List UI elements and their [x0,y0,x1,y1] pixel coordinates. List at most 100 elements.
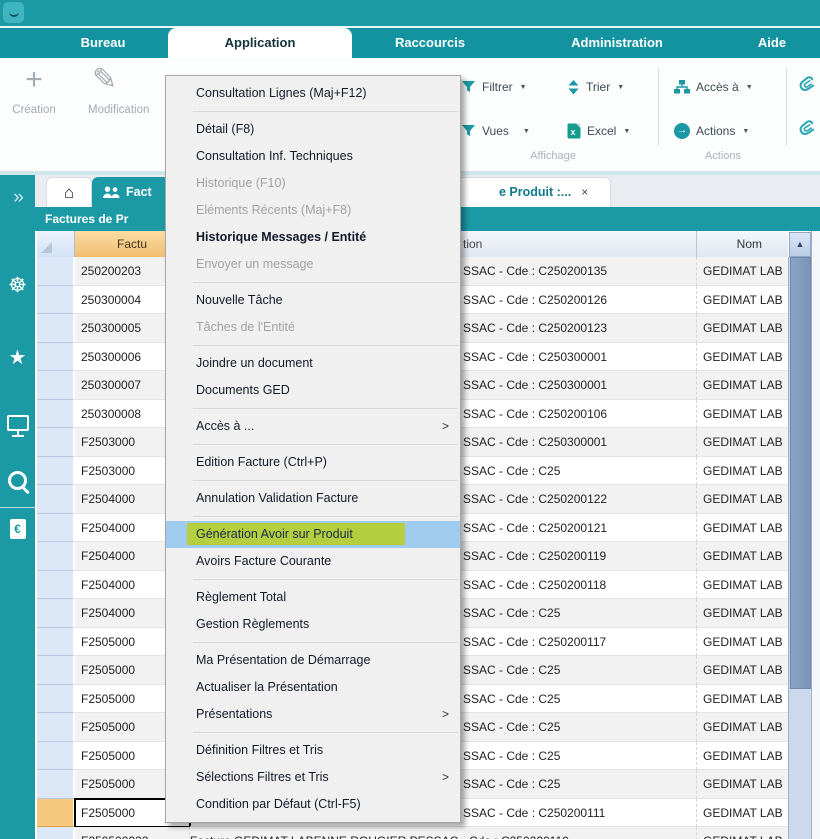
nom-cell[interactable]: GEDIMAT LAB [697,713,788,742]
star-icon[interactable]: ★ [0,345,35,370]
paperclip-icon[interactable] [796,116,818,141]
menu-item[interactable]: Actualiser la Présentation [166,674,460,701]
row-selector-cell[interactable] [37,542,75,571]
nom-cell[interactable]: GEDIMAT LAB [697,571,788,600]
modification-button[interactable]: ✎ Modification [80,64,166,116]
nom-cell[interactable]: GEDIMAT LAB [697,286,788,315]
menu-item[interactable]: Définition Filtres et Tris [166,737,460,764]
nom-cell[interactable]: GEDIMAT LAB [697,457,788,486]
nom-cell[interactable]: GEDIMAT LAB [697,400,788,429]
menu-item[interactable]: Nouvelle Tâche [166,287,460,314]
row-selector-cell[interactable] [37,571,75,600]
chevron-down-icon: ▼ [523,128,530,135]
menu-item[interactable]: Consultation Lignes (Maj+F12) [166,80,460,107]
row-selector-cell[interactable] [37,400,75,429]
menu-item[interactable]: Documents GED [166,377,460,404]
vues-button[interactable]: Vues▼ [462,120,530,142]
ribbon-tab-raccourcis[interactable]: Raccourcis [395,28,465,58]
row-selector-cell[interactable] [37,742,75,771]
row-selector-cell[interactable] [37,257,75,286]
designation-cell[interactable]: Facture GEDIMAT LABENNE ROUGIER PESSAC -… [190,827,697,839]
group-label-affichage: Affichage [530,150,576,162]
acces-a-button[interactable]: Accès à▼ [674,76,753,98]
menu-item[interactable]: Condition par Défaut (Ctrl-F5) [166,791,460,818]
settings-wheel-icon[interactable]: ☸ [0,273,35,298]
row-selector-cell[interactable] [37,685,75,714]
row-selector-cell[interactable] [37,827,75,839]
row-selector-cell[interactable] [37,599,75,628]
nom-cell[interactable]: GEDIMAT LAB [697,343,788,372]
nom-cell[interactable]: GEDIMAT LAB [697,656,788,685]
filtrer-button[interactable]: Filtrer▼ [462,76,527,98]
row-selector-cell[interactable] [37,314,75,343]
menu-item[interactable]: Génération Avoir sur Produit [166,521,460,548]
menu-item[interactable]: Annulation Validation Facture [166,485,460,512]
expand-sidebar-icon[interactable]: » [0,187,35,209]
menu-item[interactable]: Historique Messages / Entité [166,224,460,251]
nom-cell[interactable]: GEDIMAT LAB [697,599,788,628]
menu-item[interactable]: Gestion Règlements [166,611,460,638]
actions-button[interactable]: → Actions▼ [674,120,749,142]
ribbon-tab-aide[interactable]: Aide [758,28,786,58]
context-menu: Consultation Lignes (Maj+F12) Détail (F8)… [165,75,461,823]
trier-button[interactable]: Trier▼ [567,76,624,98]
menu-item[interactable]: Consultation Inf. Techniques [166,143,460,170]
nom-cell[interactable]: GEDIMAT LAB [697,485,788,514]
search-icon[interactable] [0,471,35,490]
vertical-scrollbar[interactable] [788,257,811,839]
creation-button[interactable]: + Création [6,64,62,116]
menu-item[interactable]: Avoirs Facture Courante [166,548,460,575]
row-selector-cell[interactable] [37,713,75,742]
select-all-header[interactable] [37,231,75,257]
scroll-up-button[interactable]: ▲ [789,232,811,257]
nom-cell[interactable]: GEDIMAT LAB [697,542,788,571]
facture-cell[interactable]: F250500022 [75,827,190,839]
nom-cell[interactable]: GEDIMAT LAB [697,799,788,828]
monitor-icon[interactable] [0,415,35,437]
nom-cell[interactable]: GEDIMAT LAB [697,628,788,657]
nom-cell[interactable]: GEDIMAT LAB [697,428,788,457]
row-selector-cell[interactable] [37,428,75,457]
row-selector-cell[interactable] [37,485,75,514]
row-selector-cell[interactable] [37,656,75,685]
ribbon-tab-bar: Bureau Application Raccourcis Administratio… [0,28,820,58]
ribbon-tab-administration[interactable]: Administration [571,28,663,58]
menu-item[interactable]: Détail (F8) [166,116,460,143]
nom-cell[interactable]: GEDIMAT LAB [697,371,788,400]
nom-cell[interactable]: GEDIMAT LAB [697,314,788,343]
row-selector-cell[interactable] [37,770,75,799]
invoice-euro-icon[interactable]: € [0,519,35,539]
row-selector-cell[interactable] [37,514,75,543]
ribbon-tab-bureau[interactable]: Bureau [81,28,126,58]
nom-cell[interactable]: GEDIMAT LAB [697,257,788,286]
table-row[interactable]: F250500022Facture GEDIMAT LABENNE ROUGIE… [37,827,788,839]
submenu-arrow-icon: > [442,764,449,791]
nom-cell[interactable]: GEDIMAT LAB [697,514,788,543]
nom-cell[interactable]: GEDIMAT LAB [697,770,788,799]
row-selector-cell[interactable] [37,628,75,657]
column-header-nom[interactable]: Nom [697,231,788,257]
row-selector-cell[interactable] [37,799,75,828]
menu-item[interactable]: Sélections Filtres et Tris> [166,764,460,791]
ribbon-tab-application[interactable]: Application [168,28,352,58]
row-selector-cell[interactable] [37,286,75,315]
menu-item[interactable]: Accès à ...> [166,413,460,440]
row-selector-cell[interactable] [37,343,75,372]
row-selector-cell[interactable] [37,371,75,400]
close-tab-icon[interactable]: × [581,185,588,199]
row-selector-cell[interactable] [37,457,75,486]
scrollbar-thumb[interactable] [790,257,811,689]
menu-item[interactable]: Présentations> [166,701,460,728]
excel-button[interactable]: x Excel▼ [567,120,630,142]
nom-cell[interactable]: GEDIMAT LAB [697,742,788,771]
menu-item[interactable]: Joindre un document [166,350,460,377]
nom-cell[interactable]: GEDIMAT LAB [697,827,788,839]
nom-cell[interactable]: GEDIMAT LAB [697,685,788,714]
arrow-circle-icon: → [674,123,690,139]
menu-item[interactable]: Règlement Total [166,584,460,611]
menu-item[interactable]: Ma Présentation de Démarrage [166,647,460,674]
menu-item[interactable]: Edition Facture (Ctrl+P) [166,449,460,476]
window-menu-icon[interactable] [3,2,24,23]
home-tab[interactable]: ⌂ [46,177,92,207]
paperclip-icon[interactable] [796,72,818,97]
